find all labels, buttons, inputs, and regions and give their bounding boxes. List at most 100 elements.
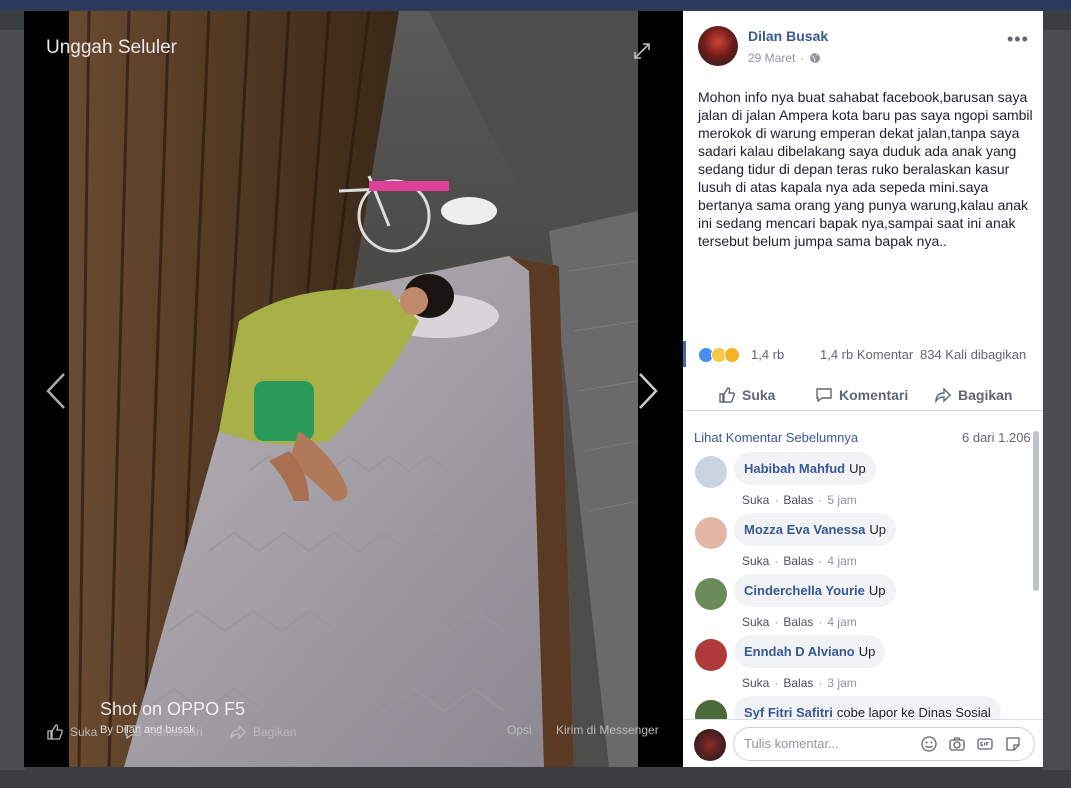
commenter-avatar[interactable]	[695, 517, 727, 549]
viewer-send-messenger-link[interactable]: Kirim di Messenger	[556, 723, 659, 737]
comment-time[interactable]: 5 jam	[827, 493, 856, 507]
background-right-column	[1043, 30, 1071, 770]
comment-item: Cinderchella Yourie Up Suka · Balas · 4 ja…	[683, 574, 1043, 632]
dot-separator: ·	[774, 615, 779, 629]
dot-separator: ·	[774, 493, 779, 507]
comment-reply-link[interactable]: Balas	[783, 493, 813, 507]
comment-label: Komentari	[839, 387, 909, 403]
commenter-name[interactable]: Habibah Mahfud	[744, 461, 845, 476]
author-avatar[interactable]	[698, 26, 738, 66]
post-side-panel: Dilan Busak 29 Maret · ••• Mohon info ny…	[683, 11, 1043, 767]
comment-meta: Suka · Balas · 5 jam	[742, 493, 857, 507]
reaction-count[interactable]: 1,4 rb	[751, 347, 784, 362]
comment-text: Up	[869, 522, 887, 537]
comment-bubble: Cinderchella Yourie Up	[734, 574, 896, 607]
camera-icon[interactable]	[948, 735, 966, 753]
comment-time[interactable]: 4 jam	[827, 615, 856, 629]
gif-icon[interactable]	[976, 735, 994, 753]
commenter-name[interactable]: Enndah D Alviano	[744, 644, 855, 659]
background-left-column	[0, 30, 25, 770]
share-arrow-icon	[935, 387, 951, 404]
viewer-share-label: Bagikan	[253, 725, 297, 739]
viewer-action-bar: Suka Komentari Bagikan Opsi Kirim di Mes…	[24, 723, 683, 753]
comments-scrollbar[interactable]	[1033, 431, 1039, 591]
comment-button[interactable]: Komentari	[815, 386, 908, 404]
like-label: Suka	[742, 387, 776, 403]
viewer-comment-button[interactable]: Komentari	[124, 723, 203, 741]
comment-time[interactable]: 3 jam	[827, 676, 856, 690]
viewer-like-button[interactable]: Suka	[46, 723, 97, 741]
comment-reply-link[interactable]: Balas	[783, 615, 813, 629]
commenter-avatar[interactable]	[695, 639, 727, 671]
commenter-avatar[interactable]	[695, 700, 727, 719]
background-header	[0, 0, 1071, 10]
post-photo[interactable]	[69, 11, 638, 767]
view-previous-comments-link[interactable]: Lihat Komentar Sebelumnya	[694, 430, 858, 445]
dot-separator: ·	[774, 554, 779, 568]
comment-bubble: Habibah Mahfud Up	[734, 452, 876, 485]
photo-viewer: Unggah Seluler Shot on OPPO F5 By Dilan …	[24, 11, 683, 767]
comment-item: Habibah Mahfud Up Suka · Balas · 5 jam	[683, 452, 1043, 510]
comment-reply-link[interactable]: Balas	[783, 676, 813, 690]
reactions-summary: 1,4 rb 1,4 rb Komentar 834 Kali dibagika…	[683, 341, 1043, 369]
reaction-icons[interactable]	[698, 347, 740, 363]
comment-bubble: Enndah D Alviano Up	[734, 635, 886, 668]
comment-input[interactable]	[744, 736, 914, 751]
viewer-share-button[interactable]: Bagikan	[229, 723, 296, 741]
post-date: 29 Maret ·	[748, 51, 821, 65]
viewer-like-label: Suka	[70, 725, 98, 739]
dot-separator: ·	[774, 676, 779, 690]
post-text: Mohon info nya buat sahabat facebook,bar…	[698, 89, 1033, 249]
comment-bubble: Syf Fitri Safitri cobe lapor ke Dinas So…	[734, 696, 1001, 719]
viewer-options-link[interactable]: Opsi	[507, 723, 532, 737]
comment-text: cobe lapor ke Dinas Sosial	[836, 705, 991, 719]
comment-text: Up	[858, 644, 876, 659]
like-button[interactable]: Suka	[718, 386, 775, 404]
comment-bubble-icon	[816, 388, 832, 403]
dot-separator: ·	[818, 554, 823, 568]
photo-watermark: Shot on OPPO F5	[100, 699, 246, 719]
commenter-avatar[interactable]	[695, 456, 727, 488]
commenter-name[interactable]: Syf Fitri Safitri	[744, 705, 833, 719]
comment-input-box	[733, 727, 1035, 761]
comment-time[interactable]: 4 jam	[827, 554, 856, 568]
comment-reply-link[interactable]: Balas	[783, 554, 813, 568]
comment-like-link[interactable]: Suka	[742, 493, 769, 507]
comment-meta: Suka · Balas · 3 jam	[742, 676, 857, 690]
thumbs-up-icon	[47, 724, 63, 740]
comment-meta: Suka · Balas · 4 jam	[742, 615, 857, 629]
reactions-accent-bar	[683, 341, 686, 367]
sticker-icon[interactable]	[1004, 735, 1022, 753]
expand-icon[interactable]	[632, 41, 652, 61]
comment-composer	[683, 719, 1043, 767]
comment-like-link[interactable]: Suka	[742, 676, 769, 690]
author-name[interactable]: Dilan Busak	[748, 28, 828, 44]
comments-page-count: 6 dari 1.206	[962, 430, 1031, 445]
share-count[interactable]: 834 Kali dibagikan	[920, 347, 1026, 362]
thumbs-up-icon	[719, 387, 735, 403]
viewer-title: Unggah Seluler	[46, 37, 177, 58]
emoji-icon[interactable]	[920, 735, 938, 753]
comment-like-link[interactable]: Suka	[742, 554, 769, 568]
comment-text: Up	[849, 461, 866, 476]
comment-item: Syf Fitri Safitri cobe lapor ke Dinas So…	[683, 696, 1043, 719]
share-arrow-icon	[230, 724, 246, 741]
comment-count[interactable]: 1,4 rb Komentar	[820, 347, 913, 362]
commenter-avatar[interactable]	[695, 578, 727, 610]
previous-photo-arrow-icon[interactable]	[44, 371, 68, 411]
comment-item: Enndah D Alviano Up Suka · Balas · 3 jam	[683, 635, 1043, 693]
comment-item: Mozza Eva Vanessa Up Suka · Balas · 4 jam	[683, 513, 1043, 571]
share-button[interactable]: Bagikan	[934, 386, 1012, 404]
comment-bubble-icon	[125, 725, 141, 740]
comment-input-tools	[920, 735, 1022, 753]
wow-reaction-icon	[724, 347, 740, 363]
commenter-name[interactable]: Cinderchella Yourie	[744, 583, 865, 598]
post-date-text[interactable]: 29 Maret	[748, 51, 795, 65]
next-photo-arrow-icon[interactable]	[636, 371, 660, 411]
comment-like-link[interactable]: Suka	[742, 615, 769, 629]
comment-bubble: Mozza Eva Vanessa Up	[734, 513, 897, 546]
commenter-name[interactable]: Mozza Eva Vanessa	[744, 522, 865, 537]
more-options-icon[interactable]: •••	[1007, 29, 1029, 50]
globe-icon	[810, 53, 821, 63]
dot-separator: ·	[818, 493, 823, 507]
